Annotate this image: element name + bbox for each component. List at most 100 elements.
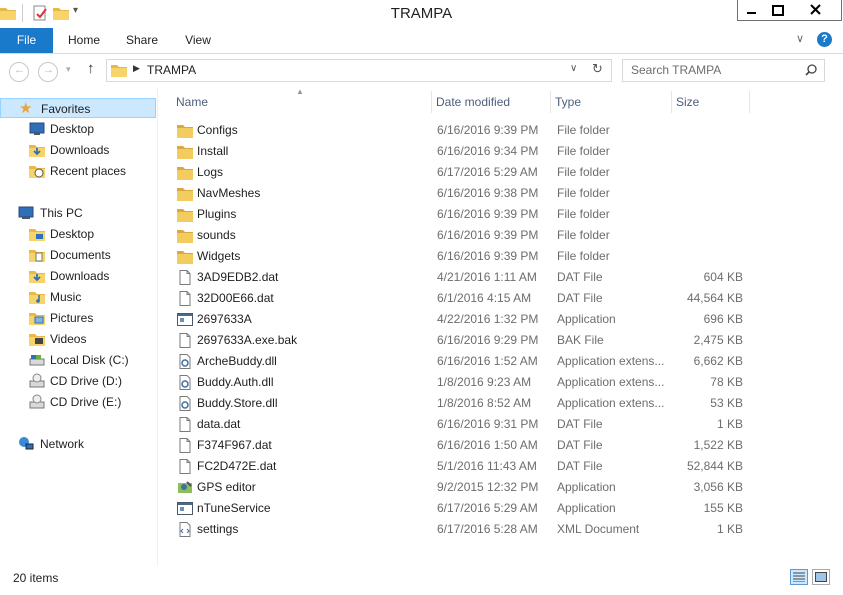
tab-view[interactable]: View [176,28,220,53]
address-dropdown-icon[interactable]: ∨ [570,63,577,74]
expand-ribbon-icon[interactable]: ∨ [796,32,804,45]
file-row[interactable]: Widgets 6/16/2016 9:39 PM File folder [168,246,750,267]
file-icon [177,333,193,348]
folder-icon [177,228,193,243]
file-date-modified: 4/21/2016 1:11 AM [437,270,537,284]
back-button[interactable]: ← [9,62,29,82]
file-row[interactable]: GPS editor 9/2/2015 12:32 PM Application 3,… [168,477,750,498]
file-row[interactable]: Install 6/16/2016 9:34 PM File folder [168,141,750,162]
file-type: DAT File [557,459,603,473]
file-row[interactable]: 3AD9EDB2.dat 4/21/2016 1:11 AM DAT File 604… [168,267,750,288]
close-button[interactable] [791,0,842,21]
application-icon [177,501,193,516]
details-view-button[interactable] [790,569,808,585]
file-date-modified: 6/16/2016 1:50 AM [437,438,538,452]
file-size [677,246,743,267]
file-name: Buddy.Auth.dll [197,375,274,389]
file-name: data.dat [197,417,241,431]
file-row[interactable]: settings 6/17/2016 5:28 AM XML Document 1 K… [168,519,750,540]
pane-divider[interactable] [157,88,158,566]
file-row[interactable]: Configs 6/16/2016 9:39 PM File folder [168,120,750,141]
computer-icon [18,206,34,219]
file-type: Application [557,480,616,494]
forward-button[interactable]: → [38,62,58,82]
file-name: Install [197,144,229,158]
address-bar[interactable]: ▶ TRAMPA ∨ ↻ [106,59,612,82]
documents-folder-icon [29,250,45,262]
close-icon [810,4,821,15]
cd-drive-icon [29,394,45,409]
file-size: 3,056 KB [693,480,743,494]
search-input[interactable]: Search TRAMPA [622,59,825,82]
file-name: sounds [197,228,236,242]
column-header-date-modified[interactable]: Date modified [432,91,551,113]
large-icons-view-icon [815,572,827,582]
hard-drive-icon [29,355,45,366]
file-icon [177,291,193,306]
breadcrumb-chevron-icon[interactable]: ▶ [133,63,140,74]
forward-arrow-icon: → [43,64,54,76]
minimize-icon [747,12,756,14]
file-date-modified: 1/8/2016 9:23 AM [437,375,532,389]
tab-share[interactable]: Share [120,28,164,53]
file-row[interactable]: 2697633A.exe.bak 6/16/2016 9:29 PM BAK Fil… [168,330,750,351]
folder-icon [177,186,193,201]
file-row[interactable]: data.dat 6/16/2016 9:31 PM DAT File 1 KB [168,414,750,435]
breadcrumb-item[interactable]: TRAMPA [147,63,196,77]
sidebar-item-favorites[interactable]: ★ Favorites [0,98,156,118]
file-row[interactable]: Plugins 6/16/2016 9:39 PM File folder [168,204,750,225]
tab-home[interactable]: Home [62,28,106,53]
file-size: 44,564 KB [686,291,743,305]
file-date-modified: 6/16/2016 9:38 PM [437,186,539,200]
dll-icon [177,354,193,369]
file-date-modified: 6/16/2016 9:39 PM [437,249,539,263]
file-row[interactable]: Buddy.Store.dll 1/8/2016 8:52 AM Applicati… [168,393,750,414]
file-row[interactable]: NavMeshes 6/16/2016 9:38 PM File folder [168,183,750,204]
file-name: F374F967.dat [197,438,272,452]
file-date-modified: 6/17/2016 5:29 AM [437,165,538,179]
file-name: Widgets [197,249,241,263]
large-icons-view-button[interactable] [812,569,830,585]
file-row[interactable]: Buddy.Auth.dll 1/8/2016 9:23 AM Applicatio… [168,372,750,393]
details-view-icon [793,572,805,582]
file-name: Logs [197,165,224,179]
tab-file[interactable]: File [0,28,53,53]
recent-locations-icon[interactable]: ▾ [66,64,71,75]
up-arrow-icon[interactable]: ↑ [87,60,95,77]
folder-icon [177,249,193,264]
file-size [677,225,743,246]
refresh-icon[interactable]: ↻ [592,61,603,77]
file-row[interactable]: ArcheBuddy.dll 6/16/2016 1:52 AM Applicati… [168,351,750,372]
folder-icon [177,144,193,159]
file-row[interactable]: 32D00E66.dat 6/1/2016 4:15 AM DAT File 44,5… [168,288,750,309]
search-icon[interactable] [805,64,817,76]
file-size: 78 KB [710,375,743,389]
column-header-size[interactable]: Size [672,91,750,113]
file-row[interactable]: sounds 6/16/2016 9:39 PM File folder [168,225,750,246]
folder-icon [177,165,193,180]
file-icon [177,417,193,432]
file-row[interactable]: FC2D472E.dat 5/1/2016 11:43 AM DAT File 52,… [168,456,750,477]
file-name: ArcheBuddy.dll [197,354,277,368]
file-row[interactable]: nTuneService 6/17/2016 5:29 AM Application… [168,498,750,519]
column-header-type[interactable]: Type [551,91,672,113]
file-row[interactable]: Logs 6/17/2016 5:29 AM File folder [168,162,750,183]
column-header-name[interactable]: Name [172,91,432,113]
gps-editor-icon [177,480,193,495]
dll-icon [177,396,193,411]
file-icon [177,459,193,474]
folder-icon [177,123,193,138]
file-date-modified: 6/16/2016 9:31 PM [437,417,539,431]
file-date-modified: 6/17/2016 5:29 AM [437,501,538,515]
file-row[interactable]: 2697633A 4/22/2016 1:32 PM Application 696 … [168,309,750,330]
maximize-button[interactable] [764,0,792,21]
folder-icon [111,65,127,77]
file-name: 2697633A.exe.bak [197,333,298,347]
minimize-button[interactable] [737,0,766,21]
file-icon [177,270,193,285]
file-type: DAT File [557,270,603,284]
file-name: 2697633A [197,312,252,326]
downloads-folder-icon [29,145,45,157]
help-icon[interactable]: ? [817,32,832,47]
file-row[interactable]: F374F967.dat 6/16/2016 1:50 AM DAT File 1,5… [168,435,750,456]
